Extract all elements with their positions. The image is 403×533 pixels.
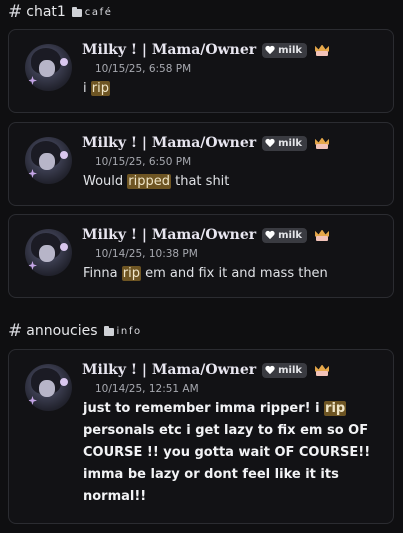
- search-results-panel: # chat1 café Milky ! | Mama/Owner milk 1…: [0, 0, 403, 533]
- avatar[interactable]: [25, 229, 72, 276]
- message-text: Finna: [83, 266, 122, 281]
- author-row: Milky ! | Mama/Owner milk: [82, 362, 330, 378]
- category-name: café: [84, 6, 113, 18]
- crown-icon: [315, 229, 330, 241]
- message-timestamp: 10/15/25, 6:58 PM: [95, 63, 192, 75]
- avatar[interactable]: [25, 137, 72, 184]
- role-badge[interactable]: milk: [262, 362, 308, 378]
- category-name: info: [116, 325, 142, 337]
- search-result-message[interactable]: Milky ! | Mama/Owner milk 10/15/25, 6:50…: [8, 122, 394, 206]
- message-timestamp: 10/14/25, 10:38 PM: [95, 248, 198, 260]
- crown-icon: [315, 44, 330, 56]
- white-heart-icon: [265, 139, 275, 148]
- search-highlight: rip: [121, 266, 141, 281]
- message-timestamp: 10/14/25, 12:51 AM: [95, 383, 199, 395]
- channel-name: annoucies: [26, 323, 98, 339]
- search-result-message[interactable]: Milky ! | Mama/Owner milk 10/15/25, 6:58…: [8, 29, 394, 113]
- author-name[interactable]: Milky ! | Mama/Owner: [82, 227, 256, 243]
- category-label: info: [103, 325, 142, 337]
- author-row: Milky ! | Mama/Owner milk: [82, 42, 330, 58]
- message-content: Finna rip em and fix it and mass then: [83, 263, 383, 285]
- author-name[interactable]: Milky ! | Mama/Owner: [82, 42, 256, 58]
- search-highlight: rip: [324, 401, 347, 416]
- role-badge-label: milk: [278, 229, 303, 241]
- channel-header-annoucies[interactable]: # annoucies info: [8, 321, 142, 341]
- folder-icon: [71, 6, 82, 17]
- message-content: Would ripped that shit: [83, 171, 383, 193]
- author-row: Milky ! | Mama/Owner milk: [82, 227, 330, 243]
- message-text: Would: [83, 174, 128, 189]
- message-text: just to remember imma ripper! i: [83, 401, 325, 416]
- search-result-message[interactable]: Milky ! | Mama/Owner milk 10/14/25, 10:3…: [8, 214, 394, 298]
- channel-hash-icon: #: [8, 320, 23, 341]
- message-text: i: [83, 81, 91, 96]
- role-badge[interactable]: milk: [262, 42, 308, 58]
- message-text: that shit: [171, 174, 230, 189]
- author-row: Milky ! | Mama/Owner milk: [82, 135, 330, 151]
- channel-header-chat1[interactable]: # chat1 café: [8, 2, 113, 22]
- message-text: personals etc i get lazy to fix em so OF…: [83, 423, 371, 504]
- avatar[interactable]: [25, 364, 72, 411]
- channel-hash-icon: #: [8, 1, 23, 22]
- white-heart-icon: [265, 366, 275, 375]
- channel-name: chat1: [26, 4, 66, 20]
- role-badge-label: milk: [278, 137, 303, 149]
- white-heart-icon: [265, 231, 275, 240]
- message-text: em and fix it and mass then: [140, 266, 328, 281]
- message-content: i rip: [83, 78, 383, 100]
- category-label: café: [71, 6, 113, 18]
- avatar[interactable]: [25, 44, 72, 91]
- role-badge-label: milk: [278, 44, 303, 56]
- search-highlight: rip: [90, 81, 110, 96]
- message-timestamp: 10/15/25, 6:50 PM: [95, 156, 192, 168]
- crown-icon: [315, 364, 330, 376]
- crown-icon: [315, 137, 330, 149]
- search-highlight: ripped: [127, 174, 171, 189]
- role-badge[interactable]: milk: [262, 227, 308, 243]
- white-heart-icon: [265, 46, 275, 55]
- folder-icon: [103, 325, 114, 336]
- message-content: just to remember imma ripper! i rip pers…: [83, 398, 383, 508]
- role-badge-label: milk: [278, 364, 303, 376]
- author-name[interactable]: Milky ! | Mama/Owner: [82, 362, 256, 378]
- author-name[interactable]: Milky ! | Mama/Owner: [82, 135, 256, 151]
- search-result-message[interactable]: Milky ! | Mama/Owner milk 10/14/25, 12:5…: [8, 349, 394, 524]
- role-badge[interactable]: milk: [262, 135, 308, 151]
